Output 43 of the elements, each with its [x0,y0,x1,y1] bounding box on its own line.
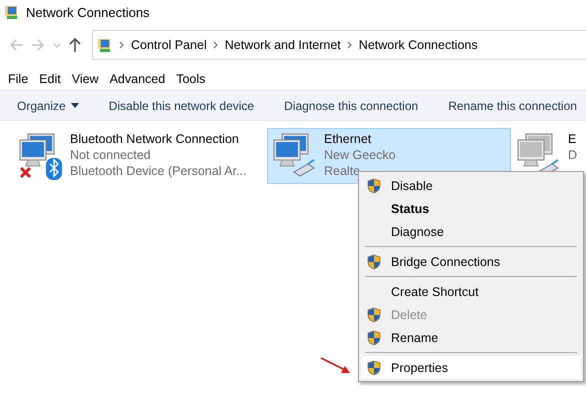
shield-icon [367,360,381,376]
context-menu-item[interactable]: Diagnose [361,220,581,243]
context-menu-item[interactable]: Create Shortcut [361,280,581,303]
back-icon[interactable] [8,38,24,52]
shield-icon [367,254,381,270]
connection-status: D [568,148,578,162]
breadcrumb[interactable]: Network Connections [358,38,478,52]
context-menu-item[interactable]: Rename [361,326,581,349]
address-bar[interactable]: Control Panel Network and Internet Network Connections [92,30,586,60]
toolbar-button[interactable]: Organize [9,98,87,112]
context-menu-item[interactable]: Bridge Connections [361,250,581,273]
connection-status: Not connected [70,148,152,162]
menu-item[interactable]: Advanced [106,72,172,86]
chevron-icon [119,41,125,49]
connection-device: Bluetooth Device (Personal Ar... [70,164,246,178]
menu-item[interactable]: View [68,72,106,86]
toolbar-button[interactable]: Rename this connection [440,98,585,112]
network-folder-icon [97,37,113,53]
chevron-icon [212,41,219,49]
context-menu-item[interactable]: Status [361,197,581,220]
connection-status: New Geecko [324,148,396,162]
network-folder-icon [4,4,20,20]
shield-icon [367,306,381,322]
toolbar-button[interactable]: Disable this network device [100,98,262,112]
forward-icon[interactable] [30,38,46,52]
shield-icon [367,178,381,194]
connection-name: E [568,132,578,146]
shield-icon [367,330,381,346]
caret-icon [70,103,79,108]
breadcrumb[interactable]: Control Panel [131,38,207,52]
context-menu-item[interactable]: Properties [361,356,581,379]
menu-item[interactable]: File [4,72,36,86]
connection-device: Realte [324,164,362,178]
connection-name: Ethernet [324,132,372,146]
connection-name: Bluetooth Network Connection [70,132,240,146]
chevron-icon [346,41,353,49]
up-arrow-icon[interactable] [68,37,82,53]
window-title: Network Connections [26,4,150,20]
menu-item[interactable]: Tools [172,72,212,86]
toolbar-button[interactable]: Diagnose this connection [276,98,426,112]
menu-item[interactable]: Edit [35,72,68,86]
connection-item[interactable]: Bluetooth Network Connection Not connected Bluetooth Device (Personal Ar... [13,128,267,184]
breadcrumb[interactable]: Network and Internet [224,38,341,52]
